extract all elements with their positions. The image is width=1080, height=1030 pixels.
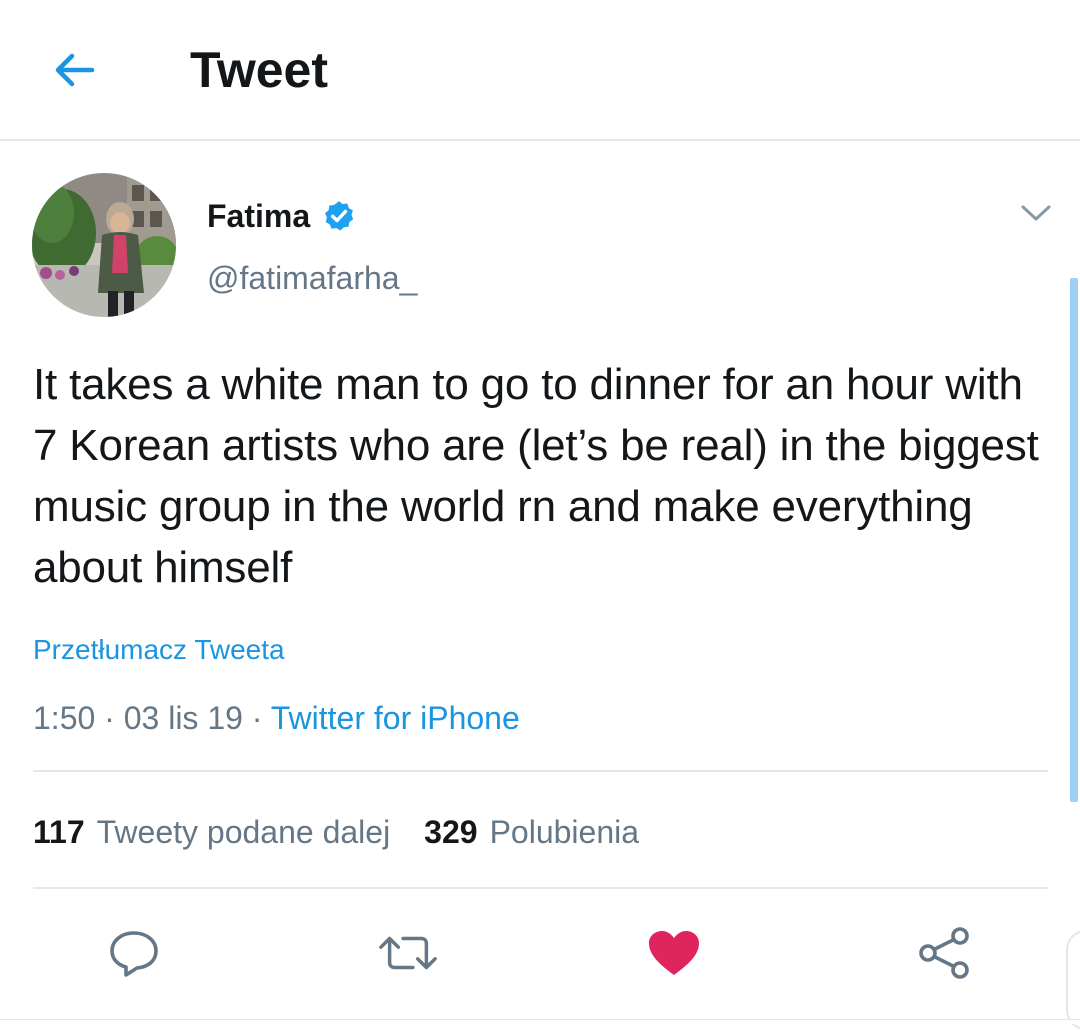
meta-separator: ·	[95, 700, 124, 736]
author-display-name: Fatima	[207, 198, 311, 234]
avatar-photo	[32, 173, 176, 317]
back-button[interactable]	[46, 42, 102, 98]
heart-icon	[649, 931, 699, 975]
share-button[interactable]	[914, 925, 974, 981]
like-button[interactable]	[644, 925, 704, 981]
tweet-options-button[interactable]	[1016, 196, 1056, 230]
tweet-time: 1:50	[33, 700, 96, 736]
meta-separator: ·	[242, 700, 271, 736]
author-handle[interactable]: @fatimafarha_	[207, 258, 417, 298]
share-icon	[919, 927, 969, 979]
divider	[33, 887, 1048, 889]
chevron-down-icon	[1021, 205, 1051, 221]
app-header: Tweet	[0, 0, 1080, 141]
author-name-row[interactable]: Fatima	[207, 196, 356, 236]
reply-bubble-icon	[110, 931, 158, 977]
floating-button-edge[interactable]	[1066, 930, 1080, 1030]
avatar[interactable]	[32, 173, 176, 317]
arrow-left-icon	[55, 53, 95, 87]
tweet-date: 03 lis 19	[123, 700, 243, 736]
translate-tweet-link[interactable]: Przetłumacz Tweeta	[33, 632, 285, 668]
tweet-source-link[interactable]: Twitter for iPhone	[271, 700, 520, 736]
tweet-stats: 117 Tweety podane dalej 329 Polubienia	[33, 812, 639, 852]
likes-stat[interactable]: 329 Polubienia	[424, 812, 639, 852]
divider	[33, 770, 1048, 772]
retweets-stat[interactable]: 117 Tweety podane dalej	[33, 812, 390, 852]
tweet-text: It takes a white man to go to dinner for…	[33, 360, 1039, 592]
retweets-label: Tweety podane dalej	[96, 814, 391, 850]
retweet-button[interactable]	[378, 925, 438, 981]
scrollbar-thumb[interactable]	[1070, 278, 1078, 802]
retweet-icon	[379, 936, 437, 970]
likes-count: 329	[424, 814, 478, 850]
tweet-meta: 1:50 · 03 lis 19 · Twitter for iPhone	[33, 697, 520, 739]
page-title: Tweet	[190, 42, 328, 98]
reply-button[interactable]	[104, 925, 164, 981]
bottom-edge	[0, 1019, 1080, 1024]
retweets-count: 117	[33, 814, 85, 850]
verified-badge-icon	[325, 201, 354, 231]
likes-label: Polubienia	[489, 814, 640, 850]
